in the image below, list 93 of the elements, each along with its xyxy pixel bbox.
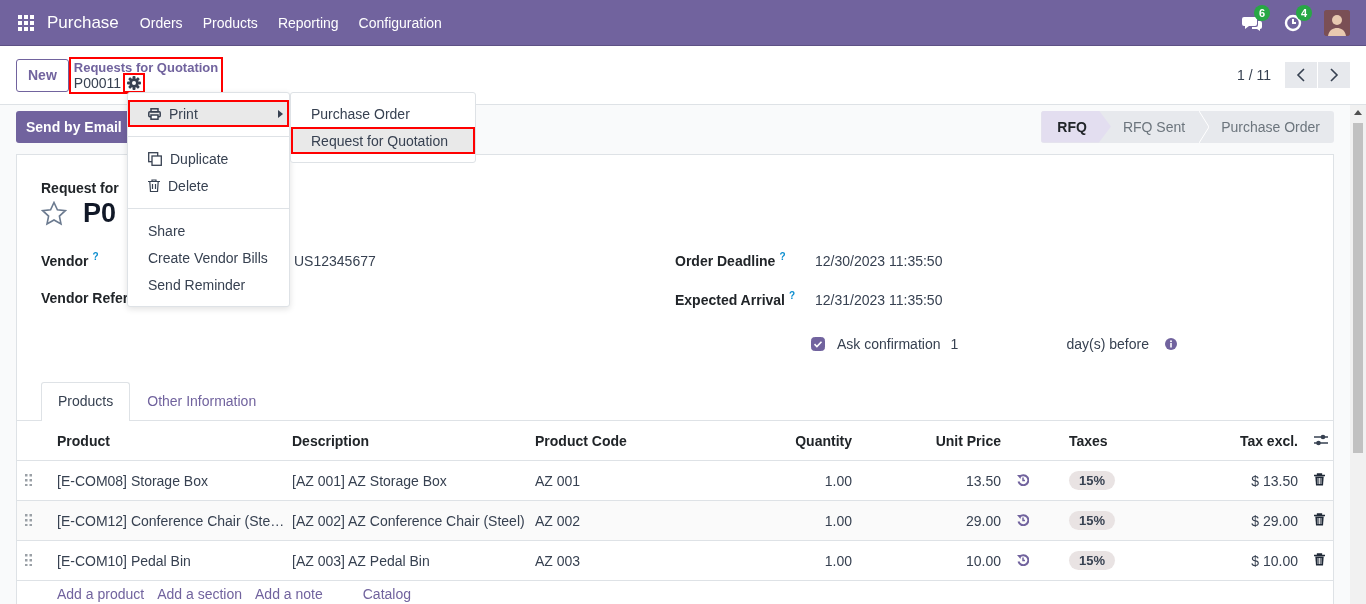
tax-tag: 15% — [1069, 511, 1116, 530]
notebook-tab[interactable]: Products — [41, 382, 131, 421]
menu-option[interactable]: Send Reminder — [128, 271, 289, 298]
table-cell: $ 13.50 — [1176, 460, 1306, 501]
pager-counter: 1 / 11 — [1237, 67, 1271, 83]
table-cell: 10.00 — [860, 540, 1009, 581]
table-cell: AZ 003 — [527, 540, 701, 581]
breadcrumb-link[interactable]: Requests for Quotation — [73, 59, 219, 75]
drag-handle-icon[interactable] — [25, 473, 32, 486]
star-icon[interactable] — [41, 201, 67, 226]
menu-option[interactable]: Print — [128, 100, 289, 127]
avatar-icon[interactable] — [1324, 9, 1350, 36]
caret-icon — [278, 109, 283, 118]
column-settings-icon[interactable] — [1314, 433, 1328, 446]
next-button[interactable] — [1318, 62, 1350, 88]
days-input[interactable]: 1 — [950, 336, 1067, 352]
add-line-link[interactable]: Add a note — [255, 586, 323, 602]
column-header[interactable]: Unit Price — [860, 421, 1009, 461]
activity-count-badge: 4 — [1296, 4, 1312, 21]
checkbox-label: Ask confirmation — [837, 336, 941, 352]
table-cell: [E-COM08] Storage Box — [49, 460, 284, 501]
menu-option[interactable]: Duplicate — [128, 145, 289, 172]
clock-icon[interactable] — [1284, 13, 1302, 32]
delete-icon[interactable] — [1314, 472, 1325, 486]
add-line-link[interactable]: Add a product — [57, 586, 145, 602]
record-title: P0 — [83, 198, 117, 229]
column-header[interactable]: Product — [49, 421, 284, 461]
history-icon[interactable] — [1017, 553, 1029, 566]
column-header[interactable]: Tax excl. — [1176, 421, 1306, 461]
delete-icon[interactable] — [1314, 512, 1325, 526]
menu-item[interactable]: Products — [202, 14, 258, 31]
notebook-tab[interactable]: Other Information — [130, 382, 274, 421]
app-name[interactable]: Purchase — [47, 12, 119, 33]
new-button[interactable]: New — [16, 58, 69, 92]
table-cell: AZ 001 — [527, 460, 701, 501]
table-cell: 1.00 — [701, 460, 860, 501]
menu-option[interactable]: Request for Quotation — [291, 127, 475, 154]
menu-item[interactable]: Orders — [139, 14, 183, 31]
drag-handle-icon[interactable] — [25, 553, 32, 566]
app-grid-icon[interactable] — [18, 14, 34, 31]
status-stage[interactable]: RFQ — [1041, 110, 1111, 143]
table-cell: [E-COM12] Conference Chair (Ste… — [49, 500, 284, 541]
field-label: Vendor Refer — [41, 290, 129, 306]
drag-handle-icon[interactable] — [25, 513, 32, 526]
field-label: Expected Arrival $^{?}$ — [675, 291, 796, 308]
field-label: Order Deadline $^{?}$ — [675, 252, 786, 269]
field-value[interactable]: US12345677 — [294, 252, 376, 269]
form-title-label: Request for — [41, 180, 119, 196]
chevron-left-icon — [1296, 68, 1306, 82]
column-header[interactable]: Description — [284, 421, 527, 461]
table-cell: 1.00 — [701, 540, 860, 581]
table-cell: 29.00 — [860, 500, 1009, 541]
previous-button[interactable] — [1285, 62, 1317, 88]
add-line-link[interactable]: Add a section — [157, 586, 242, 602]
table-cell: [AZ 001] AZ Storage Box — [284, 460, 527, 501]
trash-icon — [148, 179, 160, 192]
status-stage[interactable]: RFQ Sent — [1110, 110, 1200, 143]
column-header[interactable]: Product Code — [527, 421, 701, 461]
table-cell: AZ 002 — [527, 500, 701, 541]
add-line-link[interactable]: Catalog — [362, 586, 411, 602]
menu-item[interactable]: Configuration — [358, 14, 442, 31]
column-header[interactable]: Taxes — [1051, 421, 1176, 461]
history-icon[interactable] — [1017, 473, 1029, 486]
status-stage[interactable]: Purchase Order — [1209, 110, 1334, 143]
record-name: P00011 — [73, 74, 122, 91]
table-cell: [AZ 002] AZ Conference Chair (Steel) — [284, 500, 527, 541]
chevron-right-icon — [1329, 68, 1339, 82]
menu-option[interactable]: Share — [128, 217, 289, 244]
menu-option[interactable]: Delete — [128, 172, 289, 199]
table-cell: 1.00 — [701, 500, 860, 541]
checkbox[interactable] — [811, 337, 825, 351]
menu-item[interactable]: Reporting — [277, 14, 339, 31]
table-cell: 13.50 — [860, 460, 1009, 501]
table-cell: [AZ 003] AZ Pedal Bin — [284, 540, 527, 581]
table-cell: $ 10.00 — [1176, 540, 1306, 581]
table-cell: [E-COM10] Pedal Bin — [49, 540, 284, 581]
menu-option[interactable]: Purchase Order — [291, 100, 475, 127]
field-value[interactable]: 12/30/2023 11:35:50 — [815, 252, 943, 269]
history-icon[interactable] — [1017, 513, 1029, 526]
copy-icon — [148, 151, 162, 166]
tax-tag: 15% — [1069, 551, 1116, 570]
gear-icon[interactable] — [125, 74, 144, 91]
message-count-badge: 6 — [1254, 4, 1270, 21]
field-value[interactable]: 12/31/2023 11:35:50 — [815, 291, 943, 308]
field-label: Vendor $^{?}$ — [41, 252, 99, 269]
info-icon[interactable] — [1164, 338, 1177, 350]
menu-option[interactable]: Create Vendor Bills — [128, 244, 289, 271]
table-cell: $ 29.00 — [1176, 500, 1306, 541]
printer-icon — [148, 107, 161, 120]
delete-icon[interactable] — [1314, 552, 1325, 566]
days-suffix: day(s) before — [1066, 336, 1149, 352]
column-header[interactable]: Quantity — [701, 421, 860, 461]
tax-tag: 15% — [1069, 471, 1116, 490]
